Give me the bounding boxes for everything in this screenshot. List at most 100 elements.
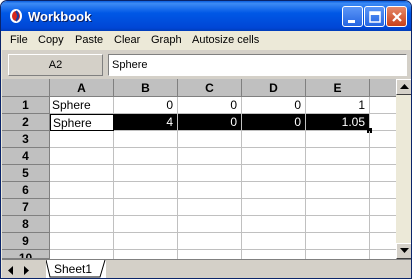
- cell-c5[interactable]: [178, 165, 242, 182]
- column-header-f[interactable]: [370, 79, 396, 97]
- cell-c8[interactable]: [178, 216, 242, 233]
- tab-scroll-right[interactable]: [22, 262, 34, 278]
- cell-b7[interactable]: [114, 199, 178, 216]
- cell-e2[interactable]: 1.05: [306, 114, 370, 131]
- cell-f3[interactable]: [370, 131, 396, 148]
- scroll-up-button[interactable]: [396, 79, 411, 95]
- column-header-a[interactable]: A: [50, 79, 114, 97]
- cell-c7[interactable]: [178, 199, 242, 216]
- cell-f9[interactable]: [370, 233, 396, 250]
- maximize-button[interactable]: [364, 6, 385, 27]
- cell-reference-box[interactable]: A2: [8, 54, 103, 76]
- minimize-button[interactable]: [342, 6, 363, 27]
- cell-a7[interactable]: [50, 199, 114, 216]
- cell-b9[interactable]: [114, 233, 178, 250]
- tab-sheet1[interactable]: Sheet1: [46, 260, 106, 278]
- cell-b4[interactable]: [114, 148, 178, 165]
- sheet-tab-bar: Sheet1: [2, 259, 411, 278]
- column-header-c[interactable]: C: [178, 79, 242, 97]
- cell-e9[interactable]: [306, 233, 370, 250]
- spreadsheet-grid[interactable]: A B C D E 1 2 3 4 5 6 7 8 9 10 Sphere 0 …: [2, 79, 396, 259]
- cell-c2[interactable]: 0: [178, 114, 242, 131]
- cell-d6[interactable]: [242, 182, 306, 199]
- cell-c10[interactable]: [178, 250, 242, 259]
- column-header-d[interactable]: D: [242, 79, 306, 97]
- cell-d4[interactable]: [242, 148, 306, 165]
- menu-graph[interactable]: Graph: [151, 34, 182, 46]
- scroll-down-button[interactable]: [396, 243, 411, 259]
- cell-b3[interactable]: [114, 131, 178, 148]
- cell-a8[interactable]: [50, 216, 114, 233]
- cell-b8[interactable]: [114, 216, 178, 233]
- column-header-e[interactable]: E: [306, 79, 370, 97]
- arrow-right-icon: [24, 266, 29, 275]
- cell-f6[interactable]: [370, 182, 396, 199]
- app-icon: [10, 9, 22, 23]
- row-header-3[interactable]: 3: [2, 131, 50, 148]
- cell-d9[interactable]: [242, 233, 306, 250]
- cell-b5[interactable]: [114, 165, 178, 182]
- cell-e7[interactable]: [306, 199, 370, 216]
- cell-b1[interactable]: 0: [114, 97, 178, 114]
- cell-d3[interactable]: [242, 131, 306, 148]
- cell-a3[interactable]: [50, 131, 114, 148]
- row-header-6[interactable]: 6: [2, 182, 50, 199]
- menu-copy[interactable]: Copy: [38, 34, 64, 46]
- cell-a6[interactable]: [50, 182, 114, 199]
- cell-d8[interactable]: [242, 216, 306, 233]
- cell-a5[interactable]: [50, 165, 114, 182]
- cell-f2[interactable]: [370, 114, 396, 131]
- menu-paste[interactable]: Paste: [75, 34, 103, 46]
- cell-f10[interactable]: [370, 250, 396, 259]
- row-header-1[interactable]: 1: [2, 97, 50, 114]
- cell-d10[interactable]: [242, 250, 306, 259]
- cell-a1[interactable]: Sphere: [50, 97, 114, 114]
- resize-grip[interactable]: [396, 261, 411, 278]
- cell-e5[interactable]: [306, 165, 370, 182]
- row-header-9[interactable]: 9: [2, 233, 50, 250]
- cell-c9[interactable]: [178, 233, 242, 250]
- cell-f5[interactable]: [370, 165, 396, 182]
- cell-a2[interactable]: Sphere: [50, 114, 114, 131]
- cell-c3[interactable]: [178, 131, 242, 148]
- formula-input[interactable]: Sphere: [108, 54, 407, 76]
- menu-file[interactable]: File: [10, 34, 28, 46]
- cell-f4[interactable]: [370, 148, 396, 165]
- row-header-7[interactable]: 7: [2, 199, 50, 216]
- cell-b10[interactable]: [114, 250, 178, 259]
- cell-e3[interactable]: [306, 131, 370, 148]
- row-header-2[interactable]: 2: [2, 114, 50, 131]
- close-button[interactable]: [386, 6, 407, 27]
- cell-f1[interactable]: [370, 97, 396, 114]
- cell-e8[interactable]: [306, 216, 370, 233]
- row-header-5[interactable]: 5: [2, 165, 50, 182]
- cell-a10[interactable]: [50, 250, 114, 259]
- cell-d1[interactable]: 0: [242, 97, 306, 114]
- cell-b2[interactable]: 4: [114, 114, 178, 131]
- cell-c4[interactable]: [178, 148, 242, 165]
- cell-e6[interactable]: [306, 182, 370, 199]
- cell-d7[interactable]: [242, 199, 306, 216]
- cell-e4[interactable]: [306, 148, 370, 165]
- tab-scroll-left[interactable]: [6, 262, 18, 278]
- vertical-scrollbar[interactable]: [396, 79, 411, 259]
- row-header-8[interactable]: 8: [2, 216, 50, 233]
- menu-autosize-cells[interactable]: Autosize cells: [192, 34, 259, 46]
- cell-c1[interactable]: 0: [178, 97, 242, 114]
- cell-c6[interactable]: [178, 182, 242, 199]
- cell-d5[interactable]: [242, 165, 306, 182]
- cell-a9[interactable]: [50, 233, 114, 250]
- cell-f8[interactable]: [370, 216, 396, 233]
- cell-b6[interactable]: [114, 182, 178, 199]
- cell-d2[interactable]: 0: [242, 114, 306, 131]
- cell-a4[interactable]: [50, 148, 114, 165]
- cell-e1[interactable]: 1: [306, 97, 370, 114]
- row-header-10[interactable]: 10: [2, 250, 50, 259]
- column-header-b[interactable]: B: [114, 79, 178, 97]
- select-all-corner[interactable]: [2, 79, 50, 97]
- cell-e10[interactable]: [306, 250, 370, 259]
- row-header-4[interactable]: 4: [2, 148, 50, 165]
- title-bar[interactable]: Workbook: [1, 1, 411, 31]
- menu-clear[interactable]: Clear: [114, 34, 140, 46]
- cell-f7[interactable]: [370, 199, 396, 216]
